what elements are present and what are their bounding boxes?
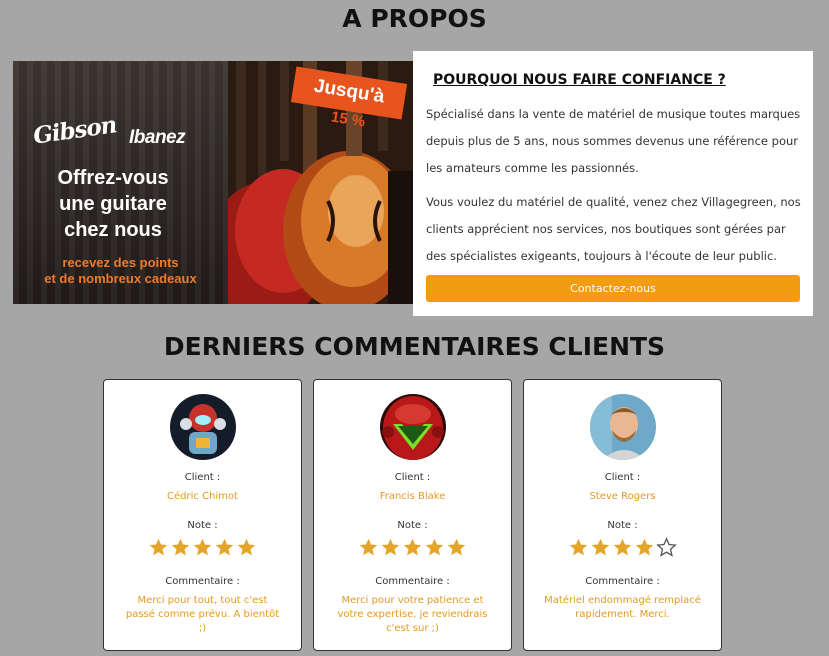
star-filled-icon bbox=[612, 537, 633, 558]
note-label: Note : bbox=[607, 520, 638, 531]
trust-heading: POURQUOI NOUS FAIRE CONFIANCE ? bbox=[433, 72, 726, 88]
comment-text: Matériel endommagé remplacé rapidement. … bbox=[544, 595, 701, 620]
client-name: Cédric Chimot bbox=[167, 491, 238, 502]
star-filled-icon bbox=[358, 537, 379, 558]
star-empty-icon bbox=[656, 537, 677, 558]
star-filled-icon bbox=[170, 537, 191, 558]
about-title: A PROPOS bbox=[342, 4, 487, 33]
helmet-avatar-icon bbox=[380, 394, 446, 460]
rating-stars bbox=[314, 537, 511, 561]
star-filled-icon bbox=[446, 537, 467, 558]
trust-paragraph-1: Spécialisé dans la vente de matériel de … bbox=[426, 107, 801, 175]
review-card: Client : Steve Rogers Note : Commentaire… bbox=[523, 379, 722, 651]
star-filled-icon bbox=[148, 537, 169, 558]
promo-banner-image: Gibson Ibanez Offrez-vous une guitare ch… bbox=[13, 61, 413, 304]
contact-button[interactable]: Contactez-nous bbox=[426, 275, 800, 302]
trust-card: POURQUOI NOUS FAIRE CONFIANCE ? Spéciali… bbox=[413, 51, 813, 316]
rating-stars bbox=[524, 537, 721, 561]
client-name: Francis Blake bbox=[379, 491, 446, 502]
comment-label: Commentaire : bbox=[585, 576, 660, 587]
ibanez-logo: Ibanez bbox=[129, 127, 186, 148]
review-card: Client : Cédric Chimot Note : Commentair… bbox=[103, 379, 302, 651]
star-filled-icon bbox=[590, 537, 611, 558]
star-filled-icon bbox=[236, 537, 257, 558]
comment-label: Commentaire : bbox=[165, 576, 240, 587]
star-filled-icon bbox=[192, 537, 213, 558]
rating-stars bbox=[104, 537, 301, 561]
client-name: Steve Rogers bbox=[589, 491, 656, 502]
comment-label: Commentaire : bbox=[375, 576, 450, 587]
note-label: Note : bbox=[187, 520, 218, 531]
banner-headline: Offrez-vous une guitare chez nous bbox=[57, 167, 169, 241]
client-label: Client : bbox=[604, 472, 641, 483]
trust-paragraph-2: Vous voulez du matériel de qualité, vene… bbox=[426, 195, 801, 263]
review-card: Client : Francis Blake Note : Commentair… bbox=[313, 379, 512, 651]
comment-text: Merci pour tout, tout c'est passé comme … bbox=[125, 595, 280, 634]
client-label: Client : bbox=[394, 472, 431, 483]
note-label: Note : bbox=[397, 520, 428, 531]
reviews-title: DERNIERS COMMENTAIRES CLIENTS bbox=[163, 332, 666, 361]
star-filled-icon bbox=[424, 537, 445, 558]
star-filled-icon bbox=[380, 537, 401, 558]
star-filled-icon bbox=[214, 537, 235, 558]
star-filled-icon bbox=[402, 537, 423, 558]
star-filled-icon bbox=[634, 537, 655, 558]
man-avatar-icon bbox=[590, 394, 656, 460]
comment-text: Merci pour votre patience et votre exper… bbox=[337, 595, 488, 634]
star-filled-icon bbox=[568, 537, 589, 558]
robot-avatar-icon bbox=[170, 394, 236, 460]
banner-subline: recevez des points et de nombreux cadeau… bbox=[44, 255, 197, 286]
client-label: Client : bbox=[184, 472, 221, 483]
